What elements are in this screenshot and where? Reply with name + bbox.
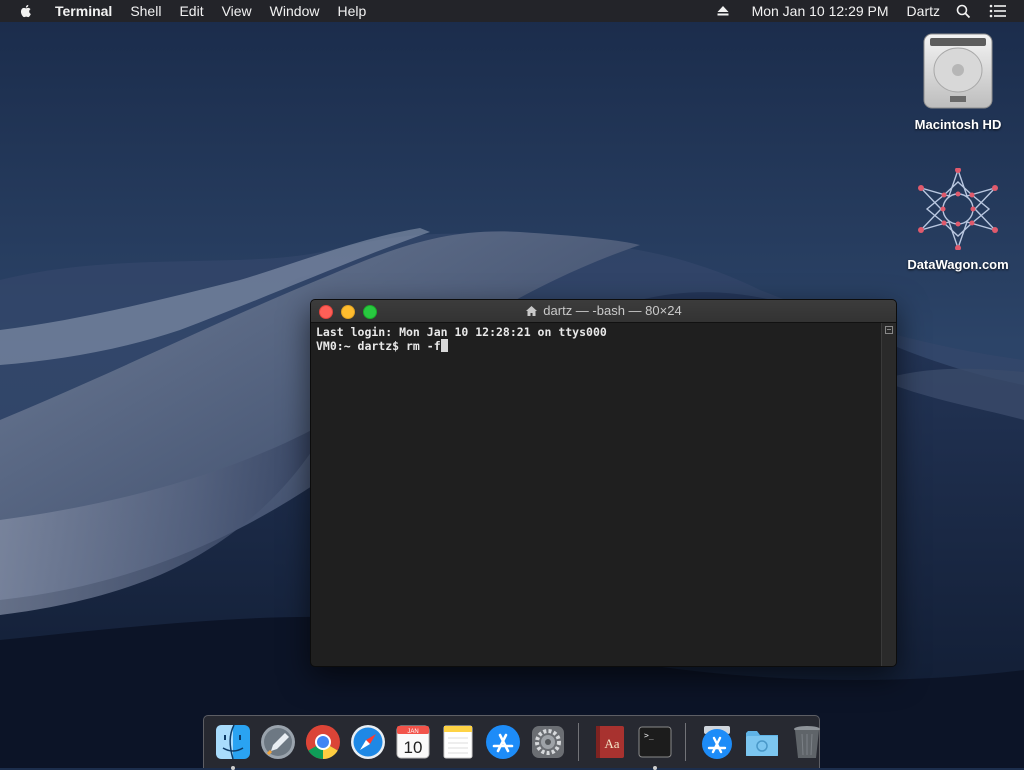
desktop-icon-macintosh-hd[interactable]: Macintosh HD [903, 32, 1013, 132]
dictionary-glyph: Aa [604, 736, 619, 751]
dock-safari[interactable] [349, 723, 387, 761]
terminal-icon: >_ [638, 726, 671, 758]
finder-icon [215, 724, 250, 760]
calendar-icon: JAN 10 [396, 725, 429, 759]
desktop-icon-label: Macintosh HD [914, 117, 1002, 132]
dock-app-store[interactable] [484, 723, 522, 761]
menu-help[interactable]: Help [328, 0, 375, 22]
dock-documents-folder[interactable] [743, 723, 781, 761]
app-store-icon [701, 726, 732, 759]
menu-window[interactable]: Window [261, 0, 329, 22]
terminal-prompt-line: VM0:~ dartz$ rm -f [316, 339, 441, 353]
star-network-icon [918, 167, 998, 251]
dock-separator [578, 723, 579, 761]
dock-terminal[interactable]: >_ [636, 723, 674, 770]
terminal-line: Last login: Mon Jan 10 12:28:21 on ttys0… [316, 325, 607, 339]
running-indicator [652, 766, 657, 770]
notes-icon [443, 725, 472, 759]
dock-notes[interactable] [439, 723, 477, 761]
gear-icon [531, 726, 564, 758]
dock-chrome[interactable] [304, 723, 342, 761]
trash-icon [793, 726, 820, 758]
dictionary-icon: Aa [595, 726, 624, 758]
hard-drive-icon [923, 33, 993, 109]
dock-trash[interactable] [788, 723, 826, 761]
dock-system-preferences[interactable] [529, 723, 567, 761]
home-icon [526, 306, 538, 316]
running-indicator [230, 766, 235, 770]
text-cursor [440, 339, 448, 352]
menu-bar: Terminal Shell Edit View Window Help Mon… [0, 0, 1024, 22]
menu-view[interactable]: View [213, 0, 261, 22]
dock-separator [685, 723, 686, 761]
close-button[interactable] [319, 305, 333, 319]
spotlight-search-icon[interactable] [951, 4, 976, 19]
dock-downloads-stack[interactable] [698, 723, 736, 761]
menu-app-name[interactable]: Terminal [46, 0, 121, 22]
desktop-icon-label: DataWagon.com [907, 257, 1009, 272]
menu-shell[interactable]: Shell [121, 0, 170, 22]
folder-icon [745, 731, 778, 756]
split-pane-icon[interactable] [885, 326, 893, 334]
calendar-day: 10 [403, 738, 422, 757]
menu-clock[interactable]: Mon Jan 10 12:29 PM [747, 0, 894, 22]
calendar-month: JAN [407, 729, 418, 735]
terminal-glyph: >_ [644, 731, 654, 740]
terminal-content[interactable]: Last login: Mon Jan 10 12:28:21 on ttys0… [311, 323, 881, 666]
dock: JAN 10 Aa >_ [203, 715, 820, 770]
window-titlebar[interactable]: dartz — -bash — 80×24 [311, 300, 896, 323]
app-store-icon [485, 725, 520, 759]
dock-calendar[interactable]: JAN 10 [394, 723, 432, 761]
dock-launchpad[interactable] [259, 723, 297, 761]
chrome-icon [305, 725, 340, 759]
dock-dictionary[interactable]: Aa [591, 723, 629, 761]
desktop-icon-datawagon[interactable]: DataWagon.com [903, 167, 1013, 272]
dock-finder[interactable] [214, 723, 252, 770]
apple-menu-icon[interactable] [18, 3, 34, 19]
safari-icon [350, 725, 385, 759]
terminal-window[interactable]: dartz — -bash — 80×24 Last login: Mon Ja… [310, 299, 897, 667]
maximize-button[interactable] [363, 305, 377, 319]
menu-edit[interactable]: Edit [170, 0, 212, 22]
minimize-button[interactable] [341, 305, 355, 319]
notification-center-icon[interactable] [984, 4, 1012, 18]
menu-user[interactable]: Dartz [902, 0, 945, 22]
window-title: dartz — -bash — 80×24 [543, 303, 682, 318]
launchpad-icon [260, 725, 295, 759]
eject-icon[interactable] [711, 4, 735, 18]
scrollbar[interactable] [881, 323, 896, 666]
